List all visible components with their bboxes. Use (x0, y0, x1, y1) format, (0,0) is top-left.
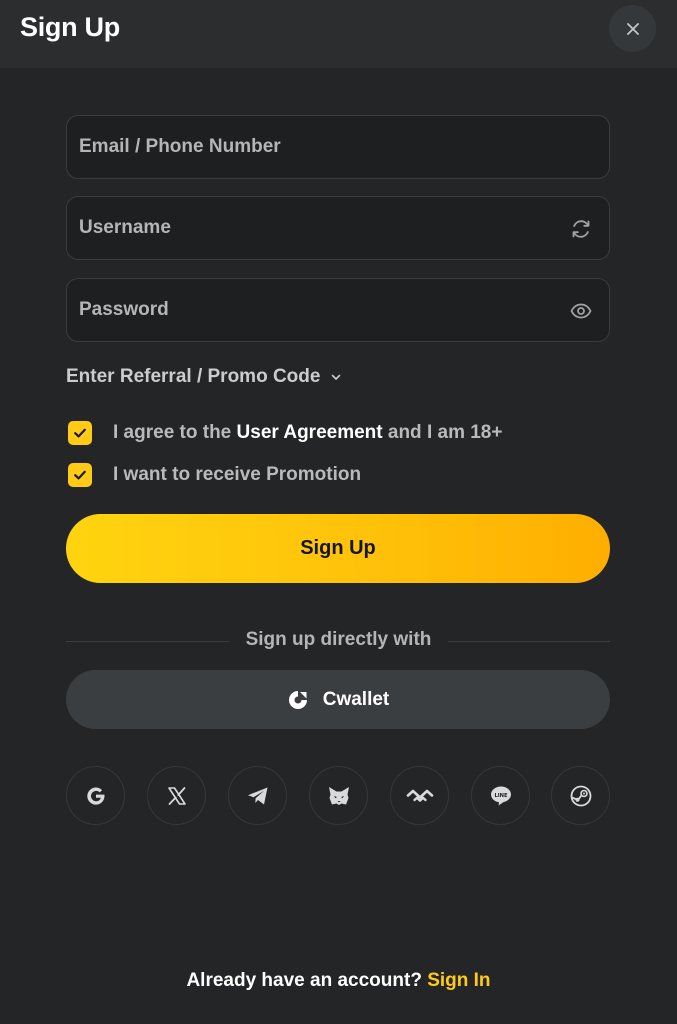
terms-checkbox[interactable] (68, 421, 92, 445)
promotion-checkbox[interactable] (68, 463, 92, 487)
sign-up-button[interactable]: Sign Up (66, 514, 610, 583)
metamask-button[interactable] (309, 766, 368, 825)
google-icon (86, 786, 104, 805)
divider-left (66, 641, 229, 642)
close-button[interactable] (609, 5, 656, 52)
sign-in-prompt: Already have an account? Sign In (0, 970, 677, 992)
metamask-icon (328, 786, 349, 805)
terms-text: I agree to the User Agreement and I am 1… (113, 422, 502, 444)
checkmark-icon (74, 428, 86, 438)
cwallet-label: Cwallet (322, 688, 390, 710)
steam-button[interactable] (551, 766, 610, 825)
email-input[interactable] (79, 116, 549, 178)
password-field (66, 278, 610, 342)
cwallet-icon (288, 690, 307, 709)
divider-right (448, 641, 610, 642)
telegram-button[interactable] (228, 766, 287, 825)
promo-code-label: Enter Referral / Promo Code (66, 366, 321, 387)
user-agreement-link[interactable]: User Agreement (237, 422, 383, 443)
walletconnect-button[interactable] (390, 766, 449, 825)
terms-suffix: and I am 18+ (382, 422, 503, 443)
x-button[interactable] (147, 766, 206, 825)
password-input[interactable] (79, 279, 549, 341)
google-button[interactable] (66, 766, 125, 825)
email-field (66, 115, 610, 179)
walletconnect-icon (406, 789, 433, 802)
cwallet-button[interactable]: Cwallet (66, 670, 610, 729)
svg-text:LINE: LINE (494, 792, 508, 798)
username-input[interactable] (79, 197, 549, 259)
promotion-row: I want to receive Promotion (68, 463, 361, 487)
refresh-icon[interactable] (569, 217, 593, 241)
promotion-label: I want to receive Promotion (113, 464, 362, 485)
terms-prefix: I agree to the (113, 422, 237, 443)
page-title: Sign Up (20, 12, 120, 42)
eye-icon[interactable] (569, 299, 593, 323)
sign-in-link[interactable]: Sign In (427, 970, 490, 991)
checkmark-icon (74, 470, 86, 480)
chevron-down-icon (332, 374, 341, 380)
divider-text: Sign up directly with (245, 629, 432, 650)
promo-code-toggle[interactable]: Enter Referral / Promo Code (66, 364, 342, 390)
line-icon: LINE (490, 786, 511, 805)
modal-header: Sign Up (0, 0, 677, 68)
username-field (66, 196, 610, 260)
terms-agreement-row: I agree to the User Agreement and I am 1… (68, 421, 502, 445)
close-icon (626, 22, 639, 35)
line-button[interactable]: LINE (471, 766, 530, 825)
sign-in-prompt-text: Already have an account? (186, 970, 428, 991)
steam-icon (570, 785, 591, 806)
x-icon (167, 786, 186, 805)
telegram-icon (247, 787, 267, 804)
